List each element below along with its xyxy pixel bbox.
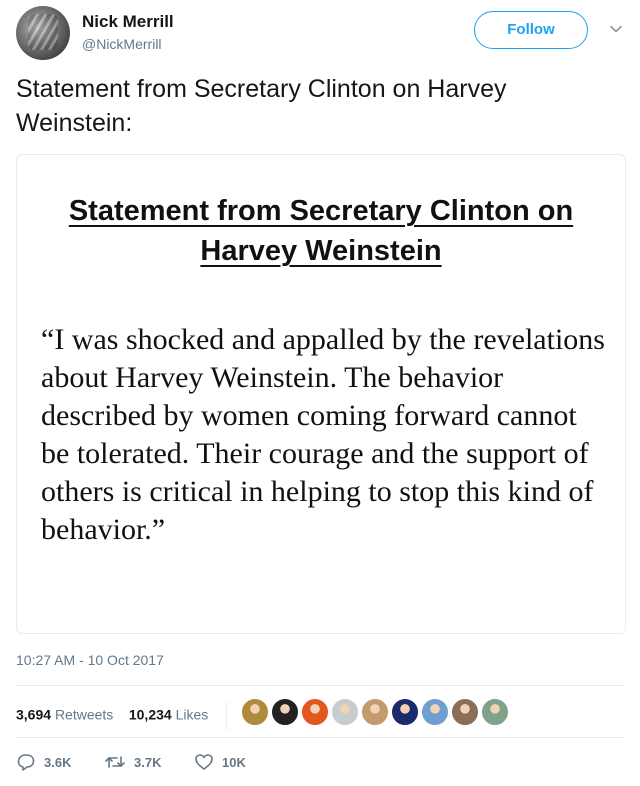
tweet-actions: 3.6K 3.7K 10K [16, 750, 416, 774]
retweet-icon [105, 756, 125, 768]
liker-avatar[interactable] [270, 697, 300, 727]
statement-title-line-2: Harvey Weinstein [200, 235, 442, 267]
reply-icon [17, 754, 35, 771]
author-name[interactable]: Nick Merrill [82, 12, 174, 32]
statement-body: “I was shocked and appalled by the revel… [41, 323, 605, 546]
follow-button[interactable]: Follow [474, 11, 588, 49]
tweet-text: Statement from Secretary Clinton on Harv… [16, 75, 507, 137]
liker-avatar[interactable] [390, 697, 420, 727]
liker-avatar[interactable] [450, 697, 480, 727]
retweet-count: 3.7K [134, 754, 162, 770]
like-button[interactable]: 10K [194, 750, 246, 774]
chevron-down-icon[interactable] [609, 22, 623, 36]
reply-button[interactable]: 3.6K [16, 750, 71, 774]
tweet-stats: 3,694 Retweets 10,234 Likes [16, 702, 228, 730]
tweet-header: Nick Merrill @NickMerrill Follow [16, 6, 624, 62]
heart-icon [195, 754, 213, 770]
liker-avatar[interactable] [420, 697, 450, 727]
retweet-button[interactable]: 3.7K [104, 750, 161, 774]
retweets-label: Retweets [54, 706, 114, 723]
attached-image[interactable]: Statement from Secretary Clinton on Harv… [16, 154, 626, 634]
reply-count: 3.6K [44, 754, 72, 770]
divider [16, 737, 624, 738]
retweets-count: 3,694 [16, 706, 52, 723]
liker-avatar[interactable] [330, 697, 360, 727]
divider [16, 685, 624, 686]
retweets-stat[interactable]: 3,694 Retweets [16, 707, 113, 723]
author-handle[interactable]: @NickMerrill [82, 36, 162, 52]
liker-avatar[interactable] [240, 697, 270, 727]
likes-stat[interactable]: 10,234 Likes [129, 707, 208, 723]
likes-count: 10,234 [128, 706, 172, 723]
like-count: 10K [222, 754, 246, 770]
avatar[interactable] [16, 6, 70, 60]
liker-avatar[interactable] [360, 697, 390, 727]
statement-title-line-1: Statement from Secretary Clinton on [68, 195, 574, 227]
liker-avatar[interactable] [300, 697, 330, 727]
statement-title: Statement from Secretary Clinton on Harv… [17, 191, 625, 271]
stats-separator [226, 702, 228, 730]
liker-avatar[interactable] [480, 697, 510, 727]
tweet-timestamp[interactable]: 10:27 AM - 10 Oct 2017 [16, 652, 164, 668]
likes-label: Likes [175, 706, 209, 723]
